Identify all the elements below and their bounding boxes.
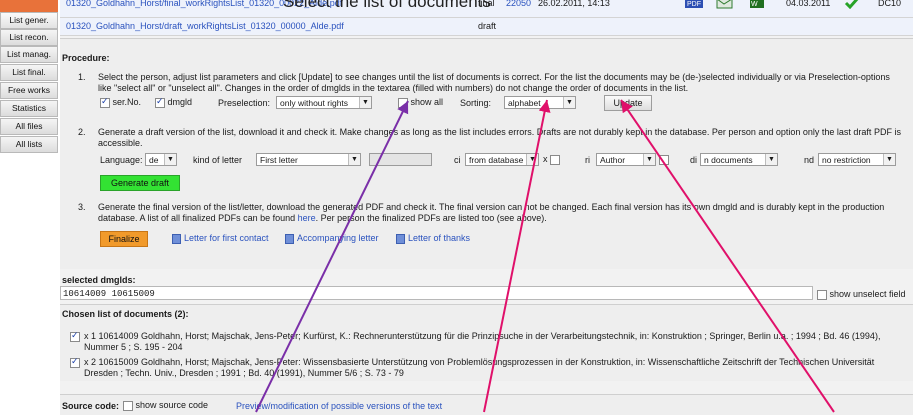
selected-title: selected dmglds: <box>62 275 136 285</box>
generate-draft-button[interactable]: Generate draft <box>100 175 180 191</box>
procedure-section: Procedure: 1. Select the person, adjust … <box>60 38 913 269</box>
list-item: x 1 10614009 Goldhahn, Horst; Majschak, … <box>84 331 881 352</box>
sidebar-item-all-files[interactable]: All files <box>0 118 58 135</box>
letter-of-thanks-link[interactable]: Letter of thanks <box>396 233 470 244</box>
accompanying-letter-link[interactable]: Accompanying letter <box>285 233 379 244</box>
language-label: Language: <box>100 155 143 165</box>
dmgld-textarea[interactable]: 10614009 10615009 <box>60 286 813 300</box>
file-date: 26.02.2011, 14:13 <box>538 0 610 8</box>
unselect-checkbox[interactable]: show unselect field <box>817 289 906 300</box>
finalize-button[interactable]: Finalize <box>100 231 148 247</box>
step2-text: Generate a draft version of the list, do… <box>98 127 901 148</box>
file-date2: 04.03.2011 <box>786 0 831 8</box>
step-number: 1. <box>78 72 86 82</box>
document-icon <box>172 233 181 244</box>
step-number: 2. <box>78 127 86 137</box>
letter-first-contact-link[interactable]: Letter for first contact <box>172 233 269 244</box>
ri-select[interactable]: Author ▼ <box>596 153 656 166</box>
sidebar-item-list-manag[interactable]: List manag. <box>0 46 58 63</box>
here-link[interactable]: here <box>298 213 316 223</box>
source-checkbox[interactable]: show source code <box>123 400 208 411</box>
di-select[interactable]: n documents ▼ <box>700 153 778 166</box>
chosen-title: Chosen list of documents (2): <box>62 309 189 319</box>
document-icon <box>396 233 405 244</box>
chevron-down-icon: ▼ <box>526 154 538 165</box>
file-link[interactable]: 01320_Goldhahn_Horst/draft_workRightsLis… <box>66 21 344 31</box>
step1-text: Select the person, adjust list parameter… <box>98 72 890 93</box>
pdf-icon[interactable]: PDF <box>684 0 704 11</box>
sidebar-item-list-recon[interactable]: List recon. <box>0 29 58 46</box>
sidebar-item-list-final[interactable]: List final. <box>0 64 58 81</box>
chevron-down-icon: ▼ <box>643 154 655 165</box>
step-number: 3. <box>78 202 86 212</box>
file-size: 22050 <box>506 0 532 8</box>
serno-checkbox[interactable]: ser.No. <box>100 96 141 108</box>
preselection-select[interactable]: only without rights ▼ <box>276 96 372 109</box>
chevron-down-icon: ▼ <box>348 154 360 165</box>
sidebar: List gener. List recon. List manag. List… <box>0 0 58 414</box>
di-label: di <box>690 155 698 165</box>
sorting-label: Sorting: <box>460 98 492 108</box>
step3-text: Generate the final version of the list/l… <box>98 202 885 223</box>
document-icon <box>285 233 294 244</box>
nd-label: nd <box>804 155 815 165</box>
kind-label: kind of letter <box>193 155 243 165</box>
svg-text:W: W <box>751 1 758 8</box>
sidebar-item-all-lists[interactable]: All lists <box>0 136 58 153</box>
preselection-label: Preselection: <box>218 98 271 108</box>
check-icon <box>844 0 860 11</box>
file-status: draft <box>478 21 497 31</box>
chevron-down-icon: ▼ <box>164 154 176 165</box>
preview-link[interactable]: Preview/modification of possible version… <box>236 401 442 411</box>
sidebar-item-statistics[interactable]: Statistics <box>0 100 58 117</box>
sidebar-item-free-works[interactable]: Free works <box>0 82 58 99</box>
chevron-down-icon: ▼ <box>883 154 895 165</box>
chevron-down-icon: ▼ <box>359 97 371 108</box>
chosen-section: Chosen list of documents (2): x 1 106140… <box>60 304 913 381</box>
source-section: Source code: show source code Preview/mo… <box>60 394 913 415</box>
dmgld-checkbox[interactable]: dmgld <box>155 96 192 108</box>
doc-icon[interactable]: W <box>748 0 766 11</box>
chosen-checkbox[interactable] <box>70 356 80 368</box>
list-item: x 2 10615009 Goldhahn, Horst; Majschak, … <box>84 357 875 378</box>
mail-icon[interactable] <box>716 0 734 11</box>
file-row: 01320_Goldhahn_Horst/draft_workRightsLis… <box>60 18 913 36</box>
chosen-checkbox[interactable] <box>70 330 80 342</box>
ci-select[interactable]: from database ▼ <box>465 153 539 166</box>
kind-extra-field[interactable] <box>369 153 432 166</box>
caption-overlay: Select the list of documents <box>283 0 491 11</box>
ci-label: ci <box>454 155 461 165</box>
language-select[interactable]: de ▼ <box>145 153 177 166</box>
showall-checkbox[interactable]: show all <box>398 97 443 108</box>
procedure-title: Procedure: <box>62 53 110 63</box>
chevron-down-icon: ▼ <box>563 97 575 108</box>
ri-checkbox[interactable] <box>659 154 669 165</box>
main-panel: 01320_Goldhahn_Horst/final_workRightsLis… <box>60 0 913 415</box>
kind-select[interactable]: First letter ▼ <box>256 153 361 166</box>
x-checkbox[interactable]: x <box>543 154 561 165</box>
nd-select[interactable]: no restriction ▼ <box>818 153 896 166</box>
chevron-down-icon: ▼ <box>765 154 777 165</box>
sorting-select[interactable]: alphabet ▼ <box>504 96 576 109</box>
svg-text:PDF: PDF <box>687 1 701 8</box>
update-button[interactable]: Update <box>604 95 652 111</box>
file-code: DC10 <box>878 0 902 8</box>
source-label: Source code: <box>62 401 120 411</box>
ri-label: ri <box>585 155 590 165</box>
sidebar-item-list-gener[interactable]: List gener. <box>0 12 58 29</box>
